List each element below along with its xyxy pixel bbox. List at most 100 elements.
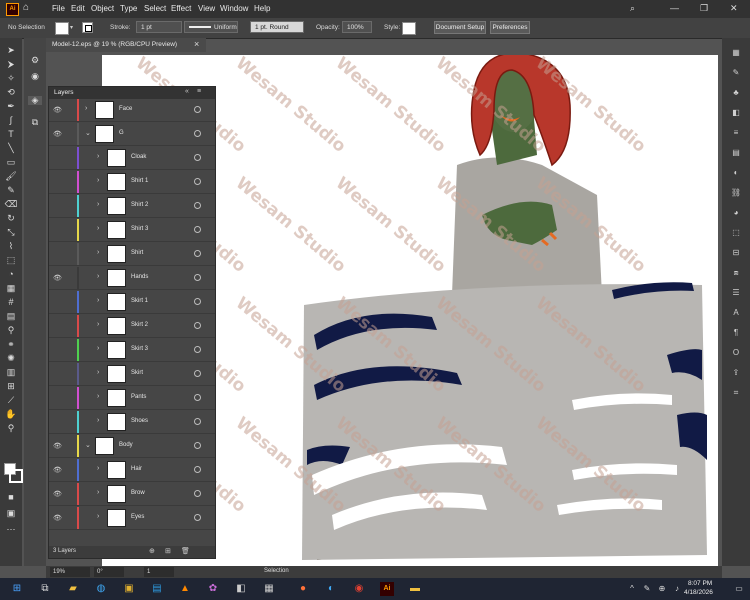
illustrator-taskbar-icon[interactable]: Ai [380,582,394,596]
expand-arrow-icon[interactable]: › [97,465,99,472]
target-circle-icon[interactable] [194,154,201,161]
chevron-up-icon[interactable]: ^ [625,582,639,596]
menu-help[interactable]: Help [254,4,270,13]
opacity-input[interactable]: 100% [342,21,372,33]
layer-row[interactable]: › Shirt 1 [49,171,215,194]
artboard-navigation[interactable]: 1 [144,567,174,577]
target-circle-icon[interactable] [194,346,201,353]
layer-row[interactable]: › Cloak [49,147,215,170]
more-tools-icon[interactable]: ⋯ [4,525,18,534]
expand-arrow-icon[interactable]: › [97,393,99,400]
pen-icon[interactable]: ✎ [640,582,654,596]
target-circle-icon[interactable] [194,514,201,521]
rectangle-tool-icon[interactable]: ▭ [4,158,18,167]
image-trace-icon[interactable]: ⌗ [729,388,743,397]
curvature-tool-icon[interactable]: ∫ [4,116,18,125]
gradient-tool-icon[interactable]: ▤ [4,312,18,321]
chevron-down-icon[interactable]: ▾ [70,24,73,31]
magic-wand-icon[interactable]: ✧ [4,74,18,83]
stroke-panel-icon[interactable]: ≡ [729,128,743,137]
graphic-styles-icon[interactable]: ◧ [729,108,743,117]
layer-row[interactable]: › Pants [49,387,215,410]
column-graph-icon[interactable]: ▥ [4,368,18,377]
app-icon[interactable]: ▣ [122,582,136,596]
visibility-eye-icon[interactable]: 👁 [53,274,62,282]
stroke-weight-input[interactable]: 1 pt [136,21,182,33]
stroke-profile-select[interactable]: Uniform [184,21,238,33]
target-circle-icon[interactable] [194,442,201,449]
free-transform-icon[interactable]: ⬚ [4,256,18,265]
expand-arrow-icon[interactable]: › [97,321,99,328]
file-explorer-icon[interactable]: ▰ [66,582,80,596]
target-circle-icon[interactable] [194,178,201,185]
expand-arrow-icon[interactable]: › [85,105,87,112]
expand-arrow-icon[interactable]: ⌄ [85,129,91,137]
expand-arrow-icon[interactable]: › [97,297,99,304]
expand-arrow-icon[interactable]: › [97,513,99,520]
artboards-icon[interactable]: ⧉ [28,118,42,127]
shape-builder-icon[interactable]: ◔ [4,270,18,279]
document-setup-button[interactable]: Document Setup [434,21,486,34]
edge-icon[interactable]: ◍ [94,582,108,596]
zoom-level-select[interactable]: 19% [50,567,90,577]
brushes-icon[interactable]: ✎ [729,68,743,77]
layer-row[interactable]: › Shirt 2 [49,195,215,218]
layer-row[interactable]: › Shoes [49,411,215,434]
windows-start-icon[interactable]: ⊞ [10,582,24,596]
mesh-tool-icon[interactable]: # [4,298,18,307]
selection-tool-icon[interactable]: ➤ [4,46,18,55]
expand-arrow-icon[interactable]: › [97,201,99,208]
color-panel-icon[interactable]: ◕ [729,208,743,217]
expand-arrow-icon[interactable]: › [97,225,99,232]
swatches-icon[interactable]: ▦ [729,48,743,57]
align-icon[interactable]: ⊟ [729,248,743,257]
layer-row[interactable]: 👁 › Brow [49,483,215,506]
appearance-icon[interactable]: ☰ [729,288,743,297]
hand-tool-icon[interactable]: ✋ [4,410,18,419]
layer-row[interactable]: 👁 › Hands [49,267,215,290]
menu-type[interactable]: Type [120,4,137,13]
layers-panel-icon[interactable]: ◈ [28,96,42,105]
visibility-eye-icon[interactable]: 👁 [53,442,62,450]
collapse-panel-icon[interactable]: « [185,88,189,95]
search-icon[interactable]: ⌕ [630,3,635,14]
warp-tool-icon[interactable]: ⌇ [4,242,18,251]
layer-row[interactable]: 👁 ⌄ Body [49,435,215,458]
task-view-icon[interactable]: ⧉ [38,582,52,596]
layer-row[interactable]: › Shirt [49,243,215,266]
rotate-tool-icon[interactable]: ↻ [4,214,18,223]
expand-arrow-icon[interactable]: › [97,489,99,496]
zoom-tool-icon[interactable]: ⚲ [4,424,18,433]
app-icon[interactable]: ▦ [262,582,276,596]
network-icon[interactable]: ⊕ [655,582,669,596]
notifications-icon[interactable]: ▭ [732,582,746,596]
gradient-panel-icon[interactable]: ▤ [729,148,743,157]
layer-row[interactable]: › Skirt 1 [49,291,215,314]
screen-mode-icon[interactable]: ▣ [4,509,18,518]
close-button[interactable]: ✕ [730,3,738,14]
transparency-icon[interactable]: ◐ [729,168,743,177]
links-icon[interactable]: ⛓ [729,188,743,197]
menu-object[interactable]: Object [91,4,114,13]
layer-row[interactable]: › Skirt [49,363,215,386]
rotate-view-select[interactable]: 0° [94,567,124,577]
expand-arrow-icon[interactable]: › [97,249,99,256]
layer-row[interactable]: 👁 › Eyes [49,507,215,530]
target-circle-icon[interactable] [194,418,201,425]
menu-window[interactable]: Window [220,4,248,13]
trash-icon[interactable]: 🗑 [181,547,190,555]
new-sublayer-icon[interactable]: ⊕ [149,547,155,555]
type-tool-icon[interactable]: T [4,130,18,139]
eraser-icon[interactable]: ⌫ [4,200,18,209]
target-circle-icon[interactable] [194,490,201,497]
menu-effect[interactable]: Effect [171,4,191,13]
menu-edit[interactable]: Edit [71,4,85,13]
target-circle-icon[interactable] [194,226,201,233]
expand-arrow-icon[interactable]: › [97,369,99,376]
menu-file[interactable]: File [52,4,65,13]
home-icon[interactable]: ⌂ [23,2,29,13]
visibility-eye-icon[interactable]: 👁 [53,466,62,474]
app-icon[interactable]: ✿ [206,582,220,596]
scale-tool-icon[interactable]: ⤡ [4,228,18,237]
paragraph-icon[interactable]: ¶ [729,328,743,337]
